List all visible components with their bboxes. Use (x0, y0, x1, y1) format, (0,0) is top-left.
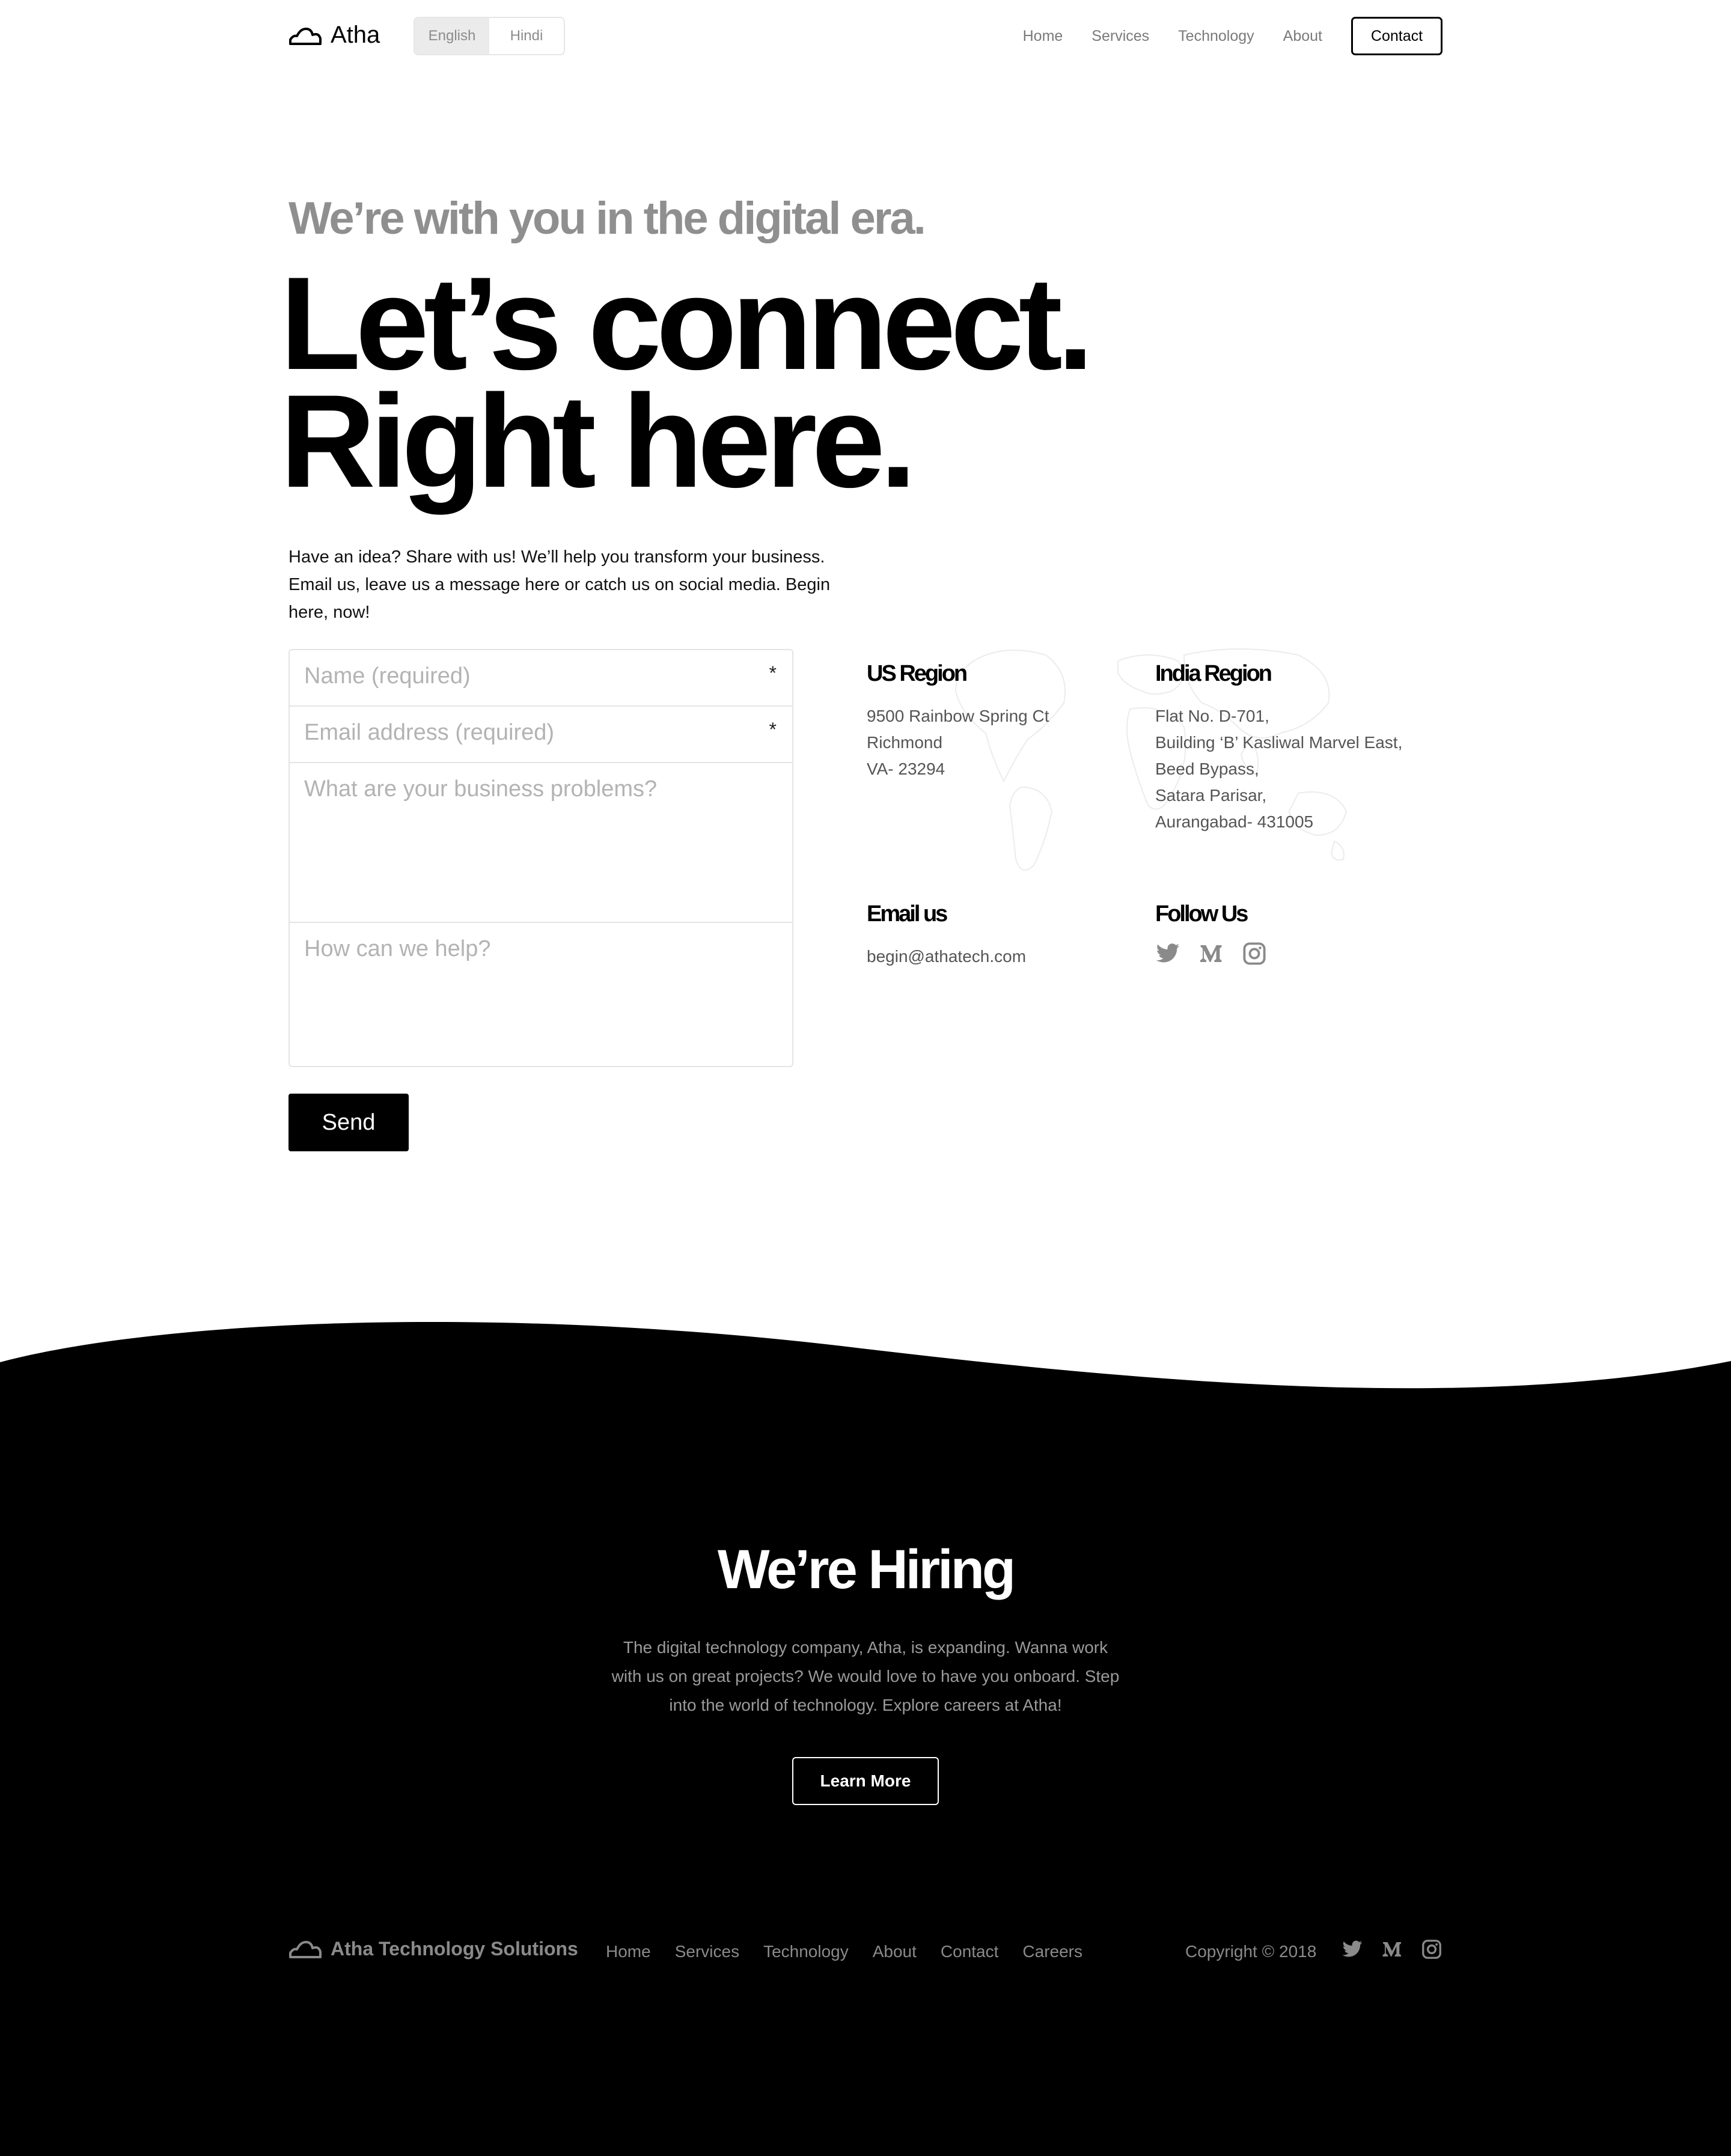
medium-icon[interactable] (1198, 941, 1224, 966)
email-field[interactable]: Email address (required) * (290, 707, 792, 763)
instagram-icon[interactable] (1242, 941, 1267, 966)
contact-button[interactable]: Contact (1351, 17, 1442, 55)
footer-nav-contact[interactable]: Contact (941, 1942, 999, 1961)
footer-nav-services[interactable]: Services (675, 1942, 739, 1961)
address-line: Flat No. D-701, (1155, 707, 1269, 725)
contact-form: Name (required) * Email address (require… (288, 649, 793, 1067)
us-region-address: 9500 Rainbow Spring Ct Richmond VA- 2329… (867, 703, 1049, 782)
address-line: Aurangabad- 431005 (1155, 812, 1314, 831)
follow-us-title: Follow Us (1155, 901, 1248, 927)
email-link[interactable]: begin@athatech.com (867, 943, 1026, 970)
site-footer: Atha Technology Solutions Home Services … (288, 1935, 1442, 1971)
address-line: Satara Parisar, (1155, 786, 1267, 805)
name-placeholder: Name (required) (304, 663, 471, 689)
lang-hindi-button[interactable]: Hindi (489, 18, 564, 54)
main-nav: Home Services Technology About Contact (1023, 17, 1442, 55)
site-header: Atha English Hindi Home Services Technol… (288, 17, 1442, 55)
nav-technology[interactable]: Technology (1178, 28, 1254, 45)
name-field[interactable]: Name (required) * (290, 650, 792, 707)
footer-social-icons (1342, 1938, 1442, 1960)
lang-english-button[interactable]: English (415, 18, 489, 54)
hiring-description: The digital technology company, Atha, is… (611, 1638, 1120, 1714)
footer-nav-careers[interactable]: Careers (1022, 1942, 1082, 1961)
send-button[interactable]: Send (288, 1094, 409, 1151)
footer-brand[interactable]: Atha Technology Solutions (288, 1937, 578, 1960)
how-can-we-help-textarea[interactable]: How can we help? (290, 923, 792, 1066)
email-placeholder: Email address (required) (304, 720, 555, 745)
india-region-address: Flat No. D-701, Building ‘B’ Kasliwal Ma… (1155, 703, 1402, 835)
medium-icon[interactable] (1381, 1938, 1403, 1960)
twitter-icon[interactable] (1155, 941, 1180, 966)
learn-more-button[interactable]: Learn More (792, 1757, 939, 1805)
email-us-title: Email us (867, 901, 948, 927)
footer-brand-name: Atha Technology Solutions (331, 1937, 578, 1960)
follow-icons (1155, 941, 1267, 966)
problems-placeholder: What are your business problems? (304, 776, 658, 802)
language-switcher: English Hindi (414, 17, 565, 55)
headline-line-1: Let’s connect. (280, 249, 1094, 397)
instagram-icon[interactable] (1421, 1938, 1442, 1960)
required-mark: * (769, 662, 777, 684)
nav-about[interactable]: About (1283, 28, 1322, 45)
footer-nav-about[interactable]: About (873, 1942, 917, 1961)
mountain-logo-icon (289, 27, 322, 45)
hero-intro: Have an idea? Share with us! We’ll help … (288, 547, 831, 622)
help-placeholder: How can we help? (304, 936, 491, 961)
headline-line-2: Right here. (280, 367, 917, 515)
footer-nav-technology[interactable]: Technology (763, 1942, 849, 1961)
address-line: Beed Bypass, (1155, 760, 1259, 778)
business-problems-textarea[interactable]: What are your business problems? (290, 763, 792, 923)
nav-home[interactable]: Home (1023, 28, 1063, 45)
twitter-icon[interactable] (1342, 1938, 1363, 1960)
hero-headline: Let’s connect. Right here. (280, 249, 1094, 515)
us-region-title: US Region (867, 661, 968, 686)
footer-nav: Home Services Technology About Contact C… (606, 1942, 1082, 1961)
wave-divider (0, 1321, 1731, 1406)
address-line: Building ‘B’ Kasliwal Marvel East, (1155, 733, 1403, 752)
brand-name: Atha (331, 22, 380, 48)
hiring-title: We’re Hiring (717, 1539, 1016, 1600)
brand-logo[interactable]: Atha (288, 22, 380, 49)
address-line: Richmond (867, 733, 943, 752)
required-mark: * (769, 719, 777, 740)
address-line: VA- 23294 (867, 760, 945, 778)
india-region-title: India Region (1155, 661, 1272, 686)
mountain-logo-icon (289, 1941, 322, 1958)
address-line: 9500 Rainbow Spring Ct (867, 707, 1049, 725)
footer-nav-home[interactable]: Home (606, 1942, 651, 1961)
hero-eyebrow: We’re with you in the digital era. (288, 193, 926, 244)
nav-services[interactable]: Services (1091, 28, 1149, 45)
copyright-text: Copyright © 2018 (1185, 1942, 1317, 1961)
